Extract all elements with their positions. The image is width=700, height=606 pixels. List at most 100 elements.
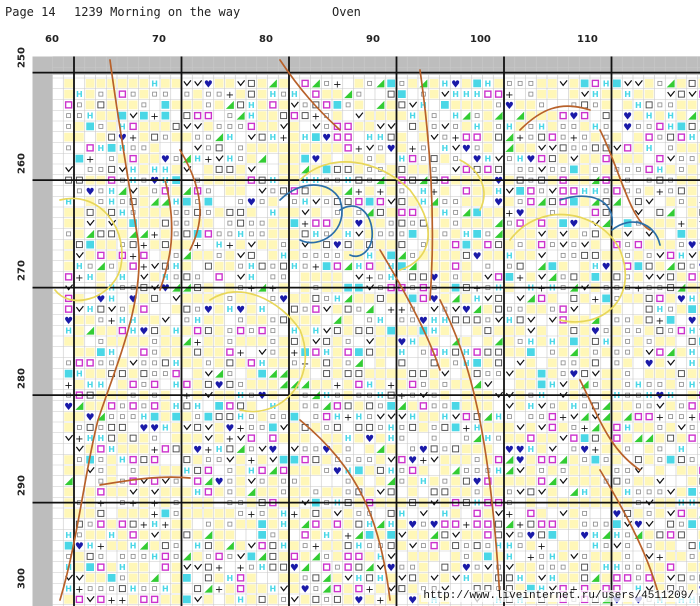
- magenta-square-stitch: [527, 197, 535, 206]
- check-stitch: [441, 370, 450, 377]
- pale-yellow-stitch: [558, 326, 568, 335]
- pale-yellow-stitch: [182, 326, 192, 335]
- dark-square-stitch: [312, 595, 320, 603]
- column-label: 90: [366, 34, 380, 45]
- check-stitch: [538, 574, 547, 581]
- grey-square-stitch: [549, 242, 555, 248]
- pale-yellow-stitch: [268, 251, 278, 260]
- pale-yellow-stitch: [214, 261, 224, 271]
- grey-square-stitch: [420, 145, 426, 151]
- magenta-square-stitch: [537, 477, 546, 485]
- grey-square-stitch: [356, 457, 362, 463]
- grey-square-stitch: [657, 446, 663, 452]
- pale-yellow-stitch: [247, 304, 256, 314]
- grey-square-stitch: [399, 564, 405, 570]
- pale-yellow-stitch: [601, 272, 611, 282]
- column-axis: 60 70 80 90 100 110: [0, 34, 700, 48]
- grey-square-stitch: [377, 145, 383, 151]
- dark-square-stitch: [366, 327, 374, 335]
- pale-yellow-stitch: [687, 476, 697, 486]
- pale-yellow-stitch: [161, 208, 170, 217]
- pale-yellow-stitch: [311, 272, 321, 282]
- magenta-square-stitch: [441, 520, 449, 528]
- pale-yellow-stitch: [85, 315, 95, 325]
- grey-square-stitch: [270, 338, 276, 344]
- check-stitch: [419, 510, 428, 517]
- dark-square-stitch: [570, 327, 578, 335]
- grey-square-stitch: [560, 123, 566, 129]
- pale-yellow-stitch: [311, 380, 321, 389]
- pale-yellow-stitch: [526, 208, 536, 217]
- cyan-h-stitch: H: [624, 90, 631, 99]
- pale-yellow-stitch: [118, 509, 127, 518]
- dark-square-stitch: [441, 423, 449, 431]
- dark-square-stitch: [290, 337, 298, 345]
- cyan-solid-stitch: [86, 563, 94, 571]
- grey-square-stitch: [410, 220, 416, 226]
- magenta-square-stitch: [129, 380, 137, 389]
- pale-yellow-stitch: [75, 347, 84, 357]
- pale-yellow-stitch: [591, 132, 600, 142]
- grey-square-stitch: [592, 349, 598, 355]
- grey-square-stitch: [442, 134, 448, 140]
- pale-yellow-stitch: [591, 154, 600, 163]
- pale-yellow-stitch: [75, 562, 84, 572]
- check-stitch: [559, 434, 568, 442]
- magenta-square-stitch: [355, 197, 363, 206]
- green-triangle-stitch: [311, 552, 320, 561]
- pale-yellow-stitch: [343, 519, 353, 529]
- cyan-h-stitch: H: [216, 241, 223, 250]
- dark-square-stitch: [634, 198, 642, 206]
- green-triangle-stitch: [215, 369, 224, 378]
- pale-yellow-stitch: [128, 509, 138, 518]
- grey-square-stitch: [474, 145, 480, 151]
- magenta-square-stitch: [451, 262, 460, 270]
- green-triangle-stitch: [204, 477, 213, 486]
- cyan-h-stitch: H: [581, 187, 588, 196]
- grey-square-stitch: [216, 252, 222, 258]
- dark-square-stitch: [591, 251, 599, 259]
- dark-square-stitch: [430, 445, 438, 453]
- cyan-solid-stitch: [688, 520, 696, 528]
- cyan-solid-stitch: [140, 111, 148, 120]
- grey-square-stitch: [119, 414, 125, 420]
- grey-square-stitch: [173, 231, 179, 237]
- pale-yellow-stitch: [537, 444, 546, 454]
- pale-yellow-stitch: [515, 326, 525, 335]
- dark-square-stitch: [183, 273, 191, 281]
- check-stitch: [505, 402, 514, 409]
- dark-square-stitch: [258, 133, 266, 141]
- cyan-h-stitch: H: [538, 122, 545, 131]
- dark-square-stitch: [387, 542, 395, 550]
- pale-yellow-stitch: [526, 562, 536, 572]
- pale-yellow-stitch: [515, 100, 525, 110]
- dark-square-stitch: [108, 434, 116, 442]
- cyan-h-stitch: H: [474, 294, 481, 303]
- pale-yellow-stitch: [655, 261, 665, 271]
- grey-square-stitch: [453, 209, 459, 215]
- magenta-square-stitch: [129, 455, 137, 464]
- grey-square-stitch: [625, 532, 631, 538]
- pale-yellow-stitch: [279, 358, 288, 368]
- check-stitch: [645, 198, 654, 205]
- magenta-square-stitch: [623, 144, 632, 152]
- pale-yellow-stitch: [548, 79, 557, 88]
- check-stitch: [634, 209, 643, 216]
- dark-square-stitch: [312, 456, 320, 464]
- magenta-square-stitch: [376, 197, 385, 206]
- grey-square-stitch: [356, 91, 362, 97]
- magenta-square-stitch: [430, 541, 438, 550]
- dark-square-stitch: [183, 305, 191, 313]
- grey-square-stitch: [152, 360, 158, 366]
- grey-square-stitch: [238, 381, 244, 387]
- grey-square-stitch: [420, 381, 426, 387]
- grey-square-stitch: [270, 414, 276, 420]
- pale-yellow-stitch: [150, 143, 159, 153]
- pale-yellow-stitch: [193, 509, 202, 518]
- pale-yellow-stitch: [687, 197, 697, 206]
- dark-square-stitch: [237, 208, 245, 216]
- pale-yellow-stitch: [85, 573, 95, 583]
- magenta-square-stitch: [623, 574, 632, 582]
- dark-square-stitch: [387, 133, 395, 141]
- pale-yellow-stitch: [333, 541, 342, 550]
